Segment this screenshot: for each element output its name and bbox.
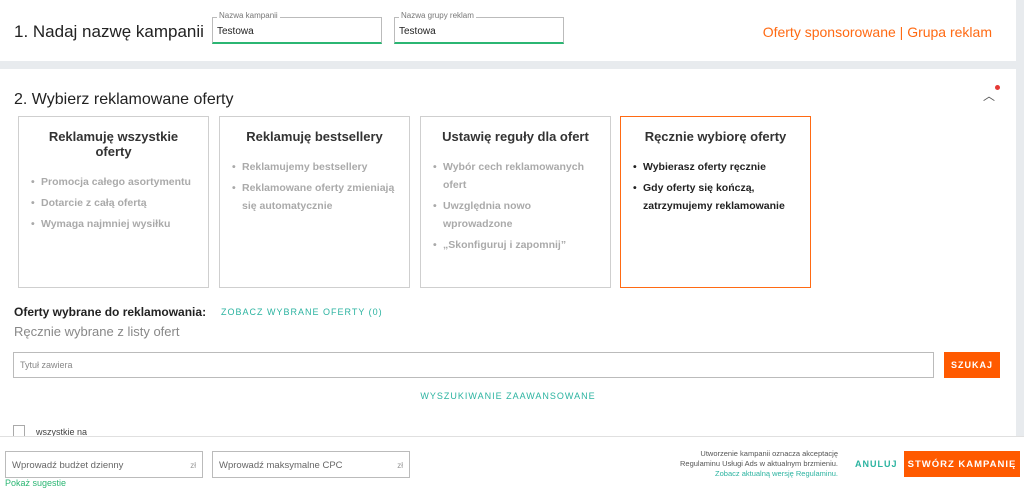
campaign-name-section: 1. Nadaj nazwę kampanii Nazwa kampanii T… <box>0 0 1016 61</box>
card-title: Reklamuję bestsellery <box>246 129 383 144</box>
card-item: Uwzględnia nowo wprowadzone <box>433 197 598 233</box>
breadcrumb: Oferty sponsorowane | Grupa reklam <box>762 24 992 40</box>
ad-group-name-label: Nazwa grupy reklam <box>399 11 476 21</box>
offers-section: 2. Wybierz reklamowane oferty ︿ Reklamuj… <box>0 69 1016 436</box>
card-item: Promocja całego asortymentu <box>31 173 196 191</box>
currency-label: zł <box>190 461 196 470</box>
card-item: Gdy oferty się kończą, zatrzymujemy rekl… <box>633 179 798 215</box>
select-all-label: wszystkie na <box>36 427 88 436</box>
title-search-field[interactable] <box>13 352 934 378</box>
card-item: Wymaga najmniej wysiłku <box>31 215 196 233</box>
card-title: Ustawię reguły dla ofert <box>442 129 589 144</box>
card-item: Wybierasz oferty ręcznie <box>633 158 798 176</box>
daily-budget-field[interactable]: Wprowadź budżet dzienny zł <box>5 451 203 478</box>
option-card-manual[interactable]: Ręcznie wybiorę oferty Wybierasz oferty … <box>620 116 811 288</box>
campaign-name-value[interactable]: Testowa <box>217 26 254 37</box>
chosen-offers-label: Oferty wybrane do reklamowania: <box>14 305 207 319</box>
search-button[interactable]: SZUKAJ <box>944 352 1000 378</box>
max-cpc-placeholder: Wprowadź maksymalne CPC <box>219 460 343 471</box>
title-search-input[interactable] <box>14 353 933 377</box>
currency-label: zł <box>397 461 403 470</box>
card-item: Reklamowane oferty zmieniają się automat… <box>232 179 397 215</box>
option-card-all-offers[interactable]: Reklamuję wszystkie oferty Promocja całe… <box>18 116 209 288</box>
terms-text: Utworzenie kampanii oznacza akceptację R… <box>680 449 838 468</box>
manual-list-label: Ręcznie wybrane z listy ofert <box>14 324 180 339</box>
show-suggestions-link[interactable]: Pokaż sugestie <box>5 478 66 488</box>
option-card-bestsellers[interactable]: Reklamuję bestsellery Reklamujemy bestse… <box>219 116 410 288</box>
notification-dot <box>995 85 1000 90</box>
advanced-search-link[interactable]: WYSZUKIWANIE ZAAWANSOWANE <box>0 391 1016 401</box>
select-all-checkbox[interactable] <box>13 425 25 436</box>
campaign-name-label: Nazwa kampanii <box>217 11 280 21</box>
ad-group-name-field[interactable]: Nazwa grupy reklam Testowa <box>394 11 564 44</box>
max-cpc-field[interactable]: Wprowadź maksymalne CPC zł <box>212 451 410 478</box>
terms-link[interactable]: Zobacz aktualną wersję Regulaminu. <box>715 469 838 478</box>
ad-group-name-value[interactable]: Testowa <box>399 26 436 37</box>
footer-bar: Wprowadź budżet dzienny zł Wprowadź maks… <box>0 436 1024 497</box>
chevron-up-icon[interactable]: ︿ <box>982 85 1000 103</box>
cancel-button[interactable]: ANULUJ <box>855 459 898 469</box>
card-title: Reklamuję wszystkie oferty <box>48 129 179 159</box>
view-chosen-offers-link[interactable]: ZOBACZ WYBRANE OFERTY (0) <box>221 307 383 317</box>
section-title: 1. Nadaj nazwę kampanii <box>14 22 204 41</box>
section-title: 2. Wybierz reklamowane oferty <box>14 91 234 108</box>
campaign-name-field[interactable]: Nazwa kampanii Testowa <box>212 11 382 44</box>
terms-notice: Utworzenie kampanii oznacza akceptację R… <box>660 449 838 479</box>
card-title: Ręcznie wybiorę oferty <box>644 129 787 144</box>
daily-budget-placeholder: Wprowadź budżet dzienny <box>12 460 124 471</box>
card-item: Dotarcie z całą ofertą <box>31 194 196 212</box>
option-card-rules[interactable]: Ustawię reguły dla ofert Wybór cech rekl… <box>420 116 611 288</box>
create-campaign-button[interactable]: STWÓRZ KAMPANIĘ <box>904 451 1020 477</box>
card-item: „Skonfiguruj i zapomnij” <box>433 236 598 254</box>
card-item: Reklamujemy bestsellery <box>232 158 397 176</box>
card-item: Wybór cech reklamowanych ofert <box>433 158 598 194</box>
